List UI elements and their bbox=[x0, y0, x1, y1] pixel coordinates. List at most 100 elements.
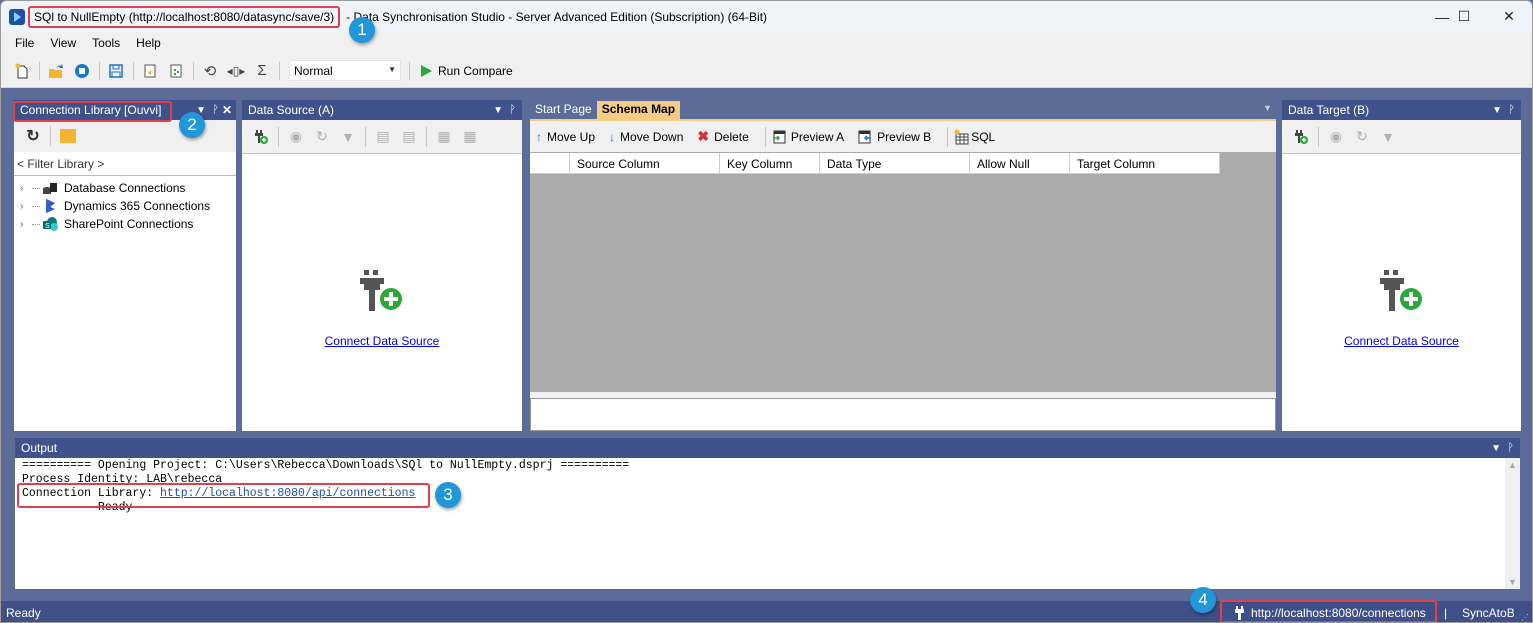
resize-grip-icon[interactable]: ⋰ bbox=[1521, 613, 1529, 622]
mode-dropdown[interactable]: Normal ▼ bbox=[289, 60, 401, 81]
filter-button[interactable]: ▼ bbox=[1377, 126, 1399, 148]
sql-button[interactable]: SQL bbox=[954, 129, 995, 145]
mode-dropdown-value: Normal bbox=[294, 63, 333, 78]
expand-chevron-icon[interactable]: › bbox=[20, 219, 32, 230]
plug-add-icon bbox=[1295, 129, 1308, 144]
tree-item-dynamics-365-connections[interactable]: › Dynamics 365 Connections bbox=[14, 197, 236, 215]
app-logo-icon bbox=[9, 8, 25, 25]
move-down-button[interactable]: ↓ Move Down bbox=[609, 130, 683, 144]
new-project-button[interactable] bbox=[11, 60, 33, 82]
column-header-data-type[interactable]: Data Type bbox=[820, 153, 970, 174]
folder-icon bbox=[60, 129, 76, 143]
delete-button[interactable]: ✖ Delete bbox=[697, 128, 748, 145]
status-text: Ready bbox=[6, 605, 41, 620]
chevron-down-icon: ▼ bbox=[388, 65, 396, 74]
save-icon bbox=[109, 63, 123, 78]
stop-button[interactable] bbox=[71, 60, 93, 82]
connect-data-target-link[interactable]: Connect Data Source bbox=[1344, 334, 1459, 348]
tree-item-sharepoint-connections[interactable]: › S SharePoint Connections bbox=[14, 215, 236, 233]
data-source-toolbar: ◉ ↻ ▼ ▤ ▤ ▦ ▦ bbox=[242, 120, 522, 154]
filter-button[interactable]: ▼ bbox=[337, 126, 359, 148]
data-source-empty-state: Connect Data Source bbox=[242, 270, 522, 348]
sum-button[interactable]: Σ bbox=[251, 60, 273, 82]
add-column-icon: ▤ bbox=[376, 128, 390, 144]
window-title-app: - Data Synchronisation Studio - Server A… bbox=[346, 9, 768, 24]
folder-button[interactable] bbox=[57, 125, 79, 147]
scroll-down-icon[interactable]: ▼ bbox=[1508, 577, 1517, 587]
tree-item-label: Dynamics 365 Connections bbox=[64, 199, 211, 213]
pin-icon[interactable]: ᚹ bbox=[1507, 438, 1514, 458]
refresh-button[interactable]: ↻ bbox=[22, 125, 44, 147]
add-table-button[interactable]: ▦ bbox=[433, 126, 455, 148]
panel-menu-icon[interactable]: ▼ bbox=[1491, 438, 1501, 458]
panel-menu-icon[interactable]: ▼ bbox=[493, 100, 503, 120]
expand-chevron-icon[interactable]: › bbox=[20, 201, 32, 212]
export-button[interactable] bbox=[165, 60, 187, 82]
scroll-up-icon[interactable]: ▲ bbox=[1508, 460, 1517, 470]
menu-tools[interactable]: Tools bbox=[84, 36, 128, 50]
eye-icon: ◉ bbox=[1329, 128, 1343, 144]
menu-help[interactable]: Help bbox=[128, 36, 169, 50]
column-header-target-column[interactable]: Target Column bbox=[1070, 153, 1220, 174]
title-bar: SQl to NullEmpty (http://localhost:8080/… bbox=[1, 1, 1532, 32]
remove-column-button[interactable]: ▤ bbox=[398, 126, 420, 148]
data-source-panel: Data Source (A) ▼ ᚹ ◉ ↻ ▼ ▤ ▤ ▦ ▦ Connec… bbox=[242, 100, 522, 431]
pin-icon[interactable]: ᚹ bbox=[1508, 100, 1515, 120]
close-panel-icon[interactable]: ✕ bbox=[222, 100, 232, 120]
menu-view[interactable]: View bbox=[42, 36, 84, 50]
tree-item-database-connections[interactable]: › Database Connections bbox=[14, 179, 236, 197]
expand-chevron-icon[interactable]: › bbox=[20, 183, 32, 194]
refresh-icon: ↻ bbox=[316, 128, 328, 144]
preview-b-button[interactable]: Preview B bbox=[858, 130, 931, 144]
output-header: Output ▼ ᚹ bbox=[15, 438, 1520, 458]
preview-button[interactable]: ◉ bbox=[1325, 126, 1347, 148]
plug-add-icon bbox=[1379, 270, 1422, 311]
column-header-allow-null[interactable]: Allow Null bbox=[970, 153, 1070, 174]
schema-map-toolbar: ↑ Move Up ↓ Move Down ✖ Delete Preview A Pr… bbox=[530, 119, 1276, 152]
refresh-button[interactable]: ↻ bbox=[1351, 126, 1373, 148]
menu-file[interactable]: File bbox=[7, 36, 42, 50]
schema-map-grid: Source Column Key Column Data Type Allow… bbox=[530, 152, 1276, 392]
import-button[interactable] bbox=[139, 60, 161, 82]
data-target-toolbar: ◉ ↻ ▼ bbox=[1282, 120, 1521, 154]
main-toolbar: ⟲ ◂▯▸ Σ Normal ▼ Run Compare bbox=[1, 54, 1532, 88]
column-header-key-column[interactable]: Key Column bbox=[720, 153, 820, 174]
tab-schema-map[interactable]: Schema Map bbox=[596, 101, 681, 119]
preview-button[interactable]: ◉ bbox=[285, 126, 307, 148]
add-column-button[interactable]: ▤ bbox=[372, 126, 394, 148]
compare-columns-button[interactable]: ◂▯▸ bbox=[225, 60, 247, 82]
plug-add-icon bbox=[360, 270, 402, 311]
toolbar-separator bbox=[279, 61, 280, 80]
sync-icon: ⟲ bbox=[203, 62, 217, 80]
svg-text:S: S bbox=[45, 223, 50, 230]
close-button[interactable]: ✕ bbox=[1486, 1, 1532, 32]
tab-list-dropdown-icon[interactable]: ▼ bbox=[1263, 103, 1272, 113]
toolbar-separator bbox=[133, 61, 134, 80]
connect-button[interactable] bbox=[250, 126, 272, 148]
open-folder-icon bbox=[49, 63, 63, 78]
annotation-badge-2: 2 bbox=[179, 112, 205, 138]
move-up-button[interactable]: ↑ Move Up bbox=[536, 130, 595, 144]
connect-button[interactable] bbox=[1290, 126, 1312, 148]
connect-data-source-link[interactable]: Connect Data Source bbox=[325, 334, 440, 348]
filter-library-input[interactable]: < Filter Library > bbox=[14, 153, 236, 176]
filter-icon: ▼ bbox=[1381, 128, 1395, 145]
column-header-source-column[interactable]: Source Column bbox=[570, 153, 720, 174]
new-file-icon bbox=[15, 63, 28, 78]
move-down-label: Move Down bbox=[620, 129, 684, 144]
pin-icon[interactable]: ᚹ bbox=[509, 100, 516, 120]
remove-table-button[interactable]: ▦ bbox=[459, 126, 481, 148]
run-compare-button[interactable]: Run Compare bbox=[419, 64, 513, 78]
panel-menu-icon[interactable]: ▼ bbox=[1492, 100, 1502, 120]
output-scrollbar[interactable]: ▲ ▼ bbox=[1505, 458, 1520, 589]
preview-a-button[interactable]: Preview A bbox=[772, 130, 844, 144]
row-header-column bbox=[530, 153, 570, 174]
maximize-button[interactable]: ☐ bbox=[1442, 1, 1486, 32]
pin-icon[interactable]: ᚹ bbox=[212, 100, 219, 120]
refresh-button[interactable]: ↻ bbox=[311, 126, 333, 148]
sync-button[interactable]: ⟲ bbox=[199, 60, 221, 82]
save-button[interactable] bbox=[105, 60, 127, 82]
arrow-up-icon: ↑ bbox=[536, 129, 542, 144]
tab-start-page[interactable]: Start Page bbox=[530, 101, 597, 119]
open-project-button[interactable] bbox=[45, 60, 67, 82]
